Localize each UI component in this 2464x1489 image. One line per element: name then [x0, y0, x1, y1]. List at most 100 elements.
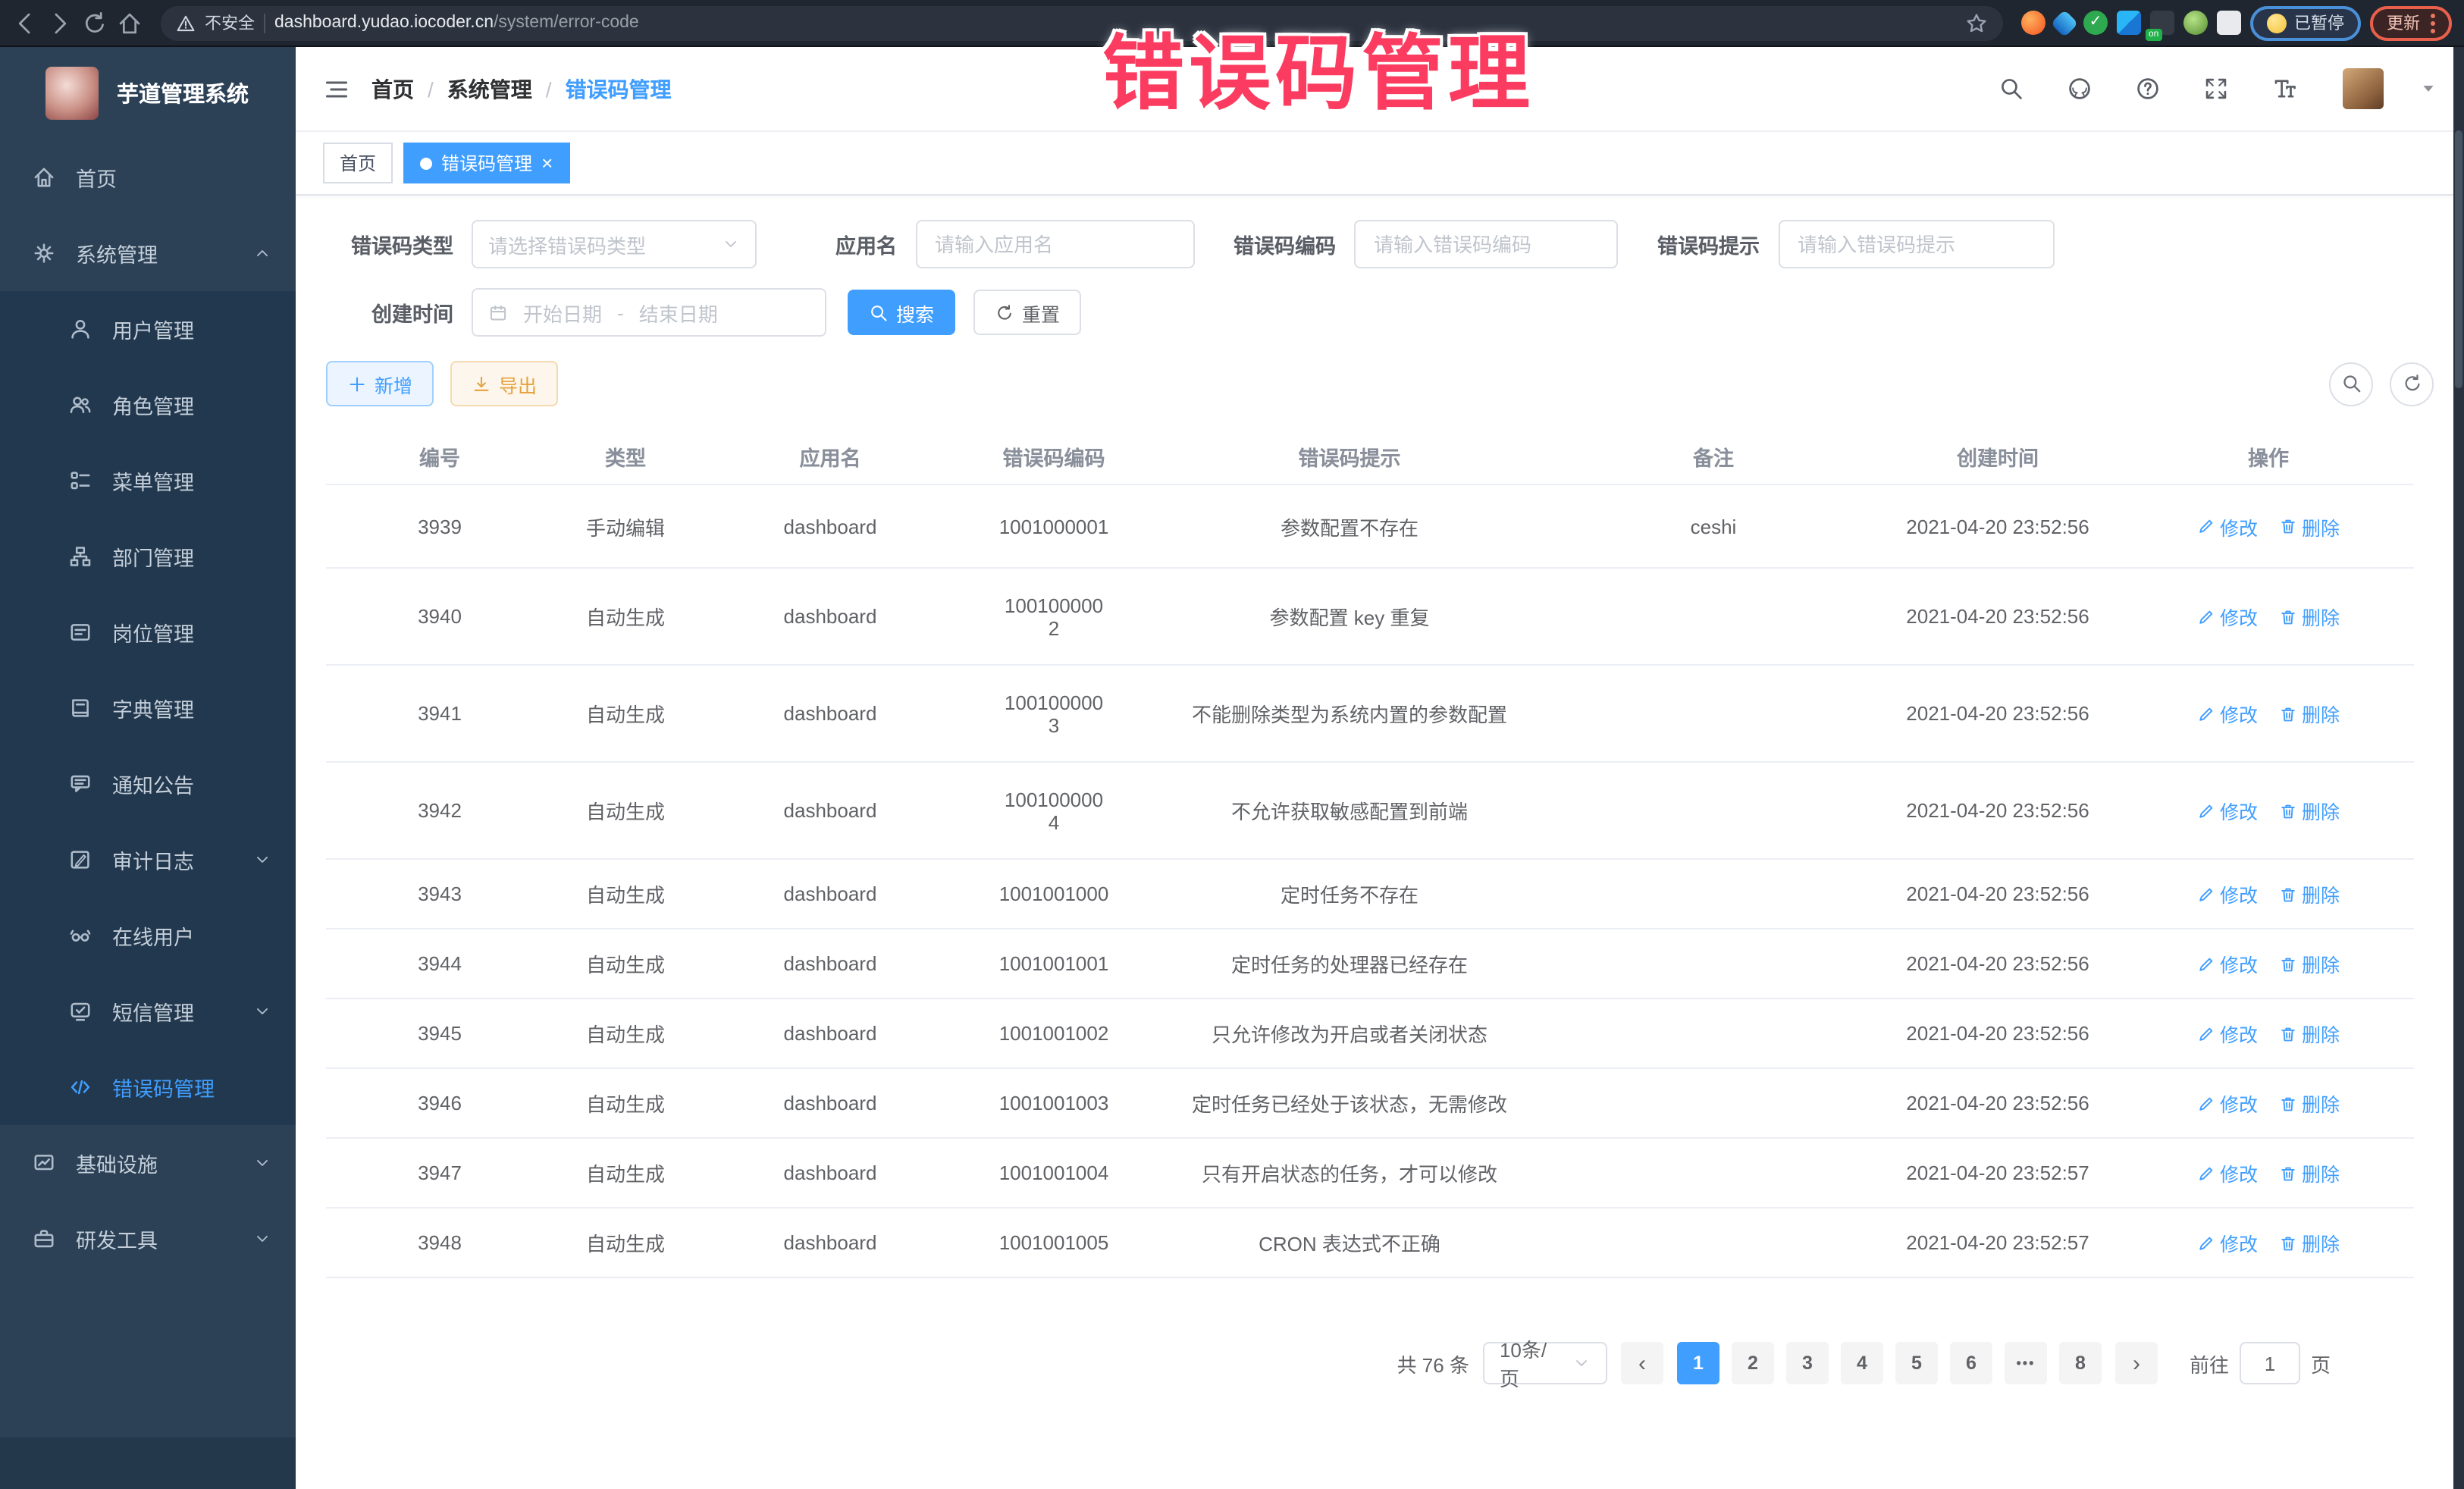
avatar-caret-down-icon[interactable]	[2420, 80, 2437, 97]
breadcrumb-home[interactable]: 首页	[371, 74, 414, 104]
delete-link-label: 删除	[2302, 1158, 2340, 1187]
close-tag-icon[interactable]: ×	[541, 153, 553, 173]
sidebar-item-系统管理[interactable]: 系统管理	[0, 215, 296, 291]
fullscreen-icon[interactable]	[2203, 76, 2229, 102]
toggle-search-button[interactable]	[2329, 362, 2373, 406]
forward-icon[interactable]	[47, 10, 73, 36]
page-size-select[interactable]: 10条/页	[1483, 1342, 1607, 1384]
error-code-input[interactable]	[1371, 231, 1601, 257]
browser-home-icon[interactable]	[117, 10, 143, 36]
delete-link[interactable]: 删除	[2279, 1228, 2340, 1257]
sidebar-item-岗位管理[interactable]: 岗位管理	[0, 594, 296, 670]
delete-link[interactable]: 删除	[2279, 1089, 2340, 1118]
sidebar-item-部门管理[interactable]: 部门管理	[0, 519, 296, 594]
extension-icon-1[interactable]	[2021, 11, 2045, 35]
sidebar-item-首页[interactable]: 首页	[0, 139, 296, 215]
delete-link[interactable]: 删除	[2279, 796, 2340, 825]
edit-link[interactable]: 修改	[2197, 1228, 2258, 1257]
sidebar-item-错误码管理[interactable]: 错误码管理	[0, 1049, 296, 1125]
sidebar-item-短信管理[interactable]: 短信管理	[0, 973, 296, 1049]
security-label: 不安全	[205, 11, 255, 35]
app-name-field	[915, 220, 1194, 268]
edit-link[interactable]: 修改	[2197, 1019, 2258, 1048]
delete-link[interactable]: 删除	[2279, 512, 2340, 541]
github-icon[interactable]	[2067, 76, 2093, 102]
date-range-picker[interactable]: 开始日期 - 结束日期	[472, 288, 826, 337]
sidebar-item-研发工具[interactable]: 研发工具	[0, 1201, 296, 1277]
edit-link[interactable]: 修改	[2197, 879, 2258, 908]
extension-icon-5[interactable]: on	[2150, 11, 2174, 35]
breadcrumb-system[interactable]: 系统管理	[447, 74, 532, 104]
update-label: 更新	[2387, 11, 2420, 35]
collapse-sidebar-icon[interactable]	[323, 75, 350, 102]
page-button-8[interactable]: 8	[2059, 1342, 2102, 1384]
page-button-3[interactable]: 3	[1786, 1342, 1829, 1384]
extensions-puzzle-icon[interactable]	[2217, 11, 2241, 35]
chrome-update-button[interactable]: 更新	[2370, 5, 2452, 40]
page-button-1[interactable]: 1	[1677, 1342, 1719, 1384]
reload-icon[interactable]	[82, 10, 108, 36]
back-icon[interactable]	[12, 10, 38, 36]
export-button[interactable]: 导出	[450, 361, 558, 406]
app-name-input[interactable]	[932, 231, 1177, 257]
sidebar-item-label: 错误码管理	[112, 1072, 271, 1102]
sidebar-item-在线用户[interactable]: 在线用户	[0, 898, 296, 973]
user-avatar[interactable]	[2343, 68, 2384, 109]
page-scrollbar[interactable]	[2453, 47, 2464, 1489]
next-page-button[interactable]: ›	[2115, 1342, 2158, 1384]
header-search-icon[interactable]	[1998, 76, 2024, 102]
profile-paused-badge[interactable]: 已暂停	[2250, 5, 2361, 40]
goto-page-input[interactable]	[2240, 1342, 2300, 1384]
font-size-icon[interactable]	[2271, 76, 2297, 102]
extension-icon-4[interactable]	[2117, 11, 2141, 35]
extension-icon-3[interactable]: ✓	[2083, 11, 2108, 35]
refresh-table-button[interactable]	[2390, 362, 2434, 406]
page-button-4[interactable]: 4	[1841, 1342, 1883, 1384]
delete-link[interactable]: 删除	[2279, 699, 2340, 728]
sidebar-item-审计日志[interactable]: 审计日志	[0, 822, 296, 898]
address-bar[interactable]: 不安全 dashboard.yudao.iocoder.cn/system/er…	[161, 5, 2003, 40]
delete-link[interactable]: 删除	[2279, 879, 2340, 908]
bookmark-star-icon[interactable]	[1965, 11, 1988, 34]
add-button[interactable]: 新增	[326, 361, 434, 406]
extension-icon-2[interactable]	[2051, 9, 2079, 37]
error-hint-input[interactable]	[1795, 231, 2037, 257]
page-button-2[interactable]: 2	[1732, 1342, 1774, 1384]
app-logo-row[interactable]: 芋道管理系统	[0, 47, 296, 139]
search-button[interactable]: 搜索	[848, 290, 955, 335]
edit-link[interactable]: 修改	[2197, 602, 2258, 631]
more-pages-icon[interactable]: •••	[2005, 1342, 2047, 1384]
delete-link[interactable]: 删除	[2279, 949, 2340, 978]
sidebar-item-label: 审计日志	[112, 845, 234, 875]
edit-link[interactable]: 修改	[2197, 796, 2258, 825]
sidebar-item-角色管理[interactable]: 角色管理	[0, 367, 296, 443]
reset-button[interactable]: 重置	[973, 290, 1081, 335]
sidebar-item-基础设施[interactable]: 基础设施	[0, 1125, 296, 1201]
browser-menu-icon[interactable]	[2431, 13, 2435, 33]
help-icon[interactable]	[2135, 76, 2161, 102]
org-tree-icon	[68, 544, 92, 569]
tag-首页[interactable]: 首页	[323, 143, 393, 183]
sidebar-item-用户管理[interactable]: 用户管理	[0, 291, 296, 367]
page-button-5[interactable]: 5	[1895, 1342, 1938, 1384]
error-type-select[interactable]: 请选择错误码类型	[472, 220, 757, 268]
sidebar-item-通知公告[interactable]: 通知公告	[0, 746, 296, 822]
edit-link[interactable]: 修改	[2197, 1158, 2258, 1187]
cell-actions: 修改删除	[2123, 762, 2414, 859]
audit-log-icon	[68, 848, 92, 872]
edit-link[interactable]: 修改	[2197, 1089, 2258, 1118]
delete-link[interactable]: 删除	[2279, 1158, 2340, 1187]
sidebar-item-菜单管理[interactable]: 菜单管理	[0, 443, 296, 519]
trash-icon	[2279, 885, 2297, 903]
tag-错误码管理[interactable]: 错误码管理×	[403, 143, 569, 183]
prev-page-button[interactable]: ‹	[1621, 1342, 1663, 1384]
edit-link[interactable]: 修改	[2197, 512, 2258, 541]
delete-link[interactable]: 删除	[2279, 1019, 2340, 1048]
edit-link[interactable]: 修改	[2197, 949, 2258, 978]
extension-icon-6[interactable]	[2183, 11, 2208, 35]
edit-link[interactable]: 修改	[2197, 699, 2258, 728]
page-button-6[interactable]: 6	[1950, 1342, 1992, 1384]
delete-link[interactable]: 删除	[2279, 602, 2340, 631]
sidebar-item-字典管理[interactable]: 字典管理	[0, 670, 296, 746]
scrollbar-thumb[interactable]	[2455, 130, 2462, 388]
